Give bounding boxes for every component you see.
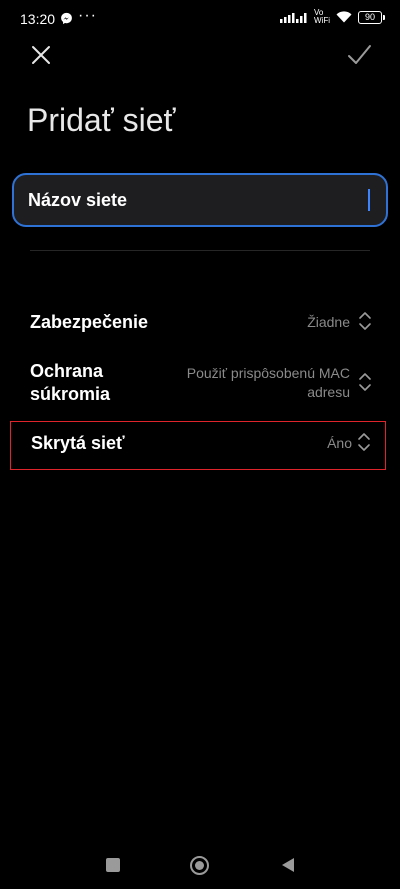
navigation-bar <box>0 845 400 885</box>
battery-icon: 90 <box>358 10 385 24</box>
close-button[interactable] <box>26 40 56 70</box>
hidden-network-value: Áno <box>327 435 352 451</box>
chevron-up-down-icon <box>359 373 371 391</box>
confirm-button[interactable] <box>344 40 374 70</box>
security-label: Zabezpečenie <box>30 312 149 332</box>
security-value: Žiadne <box>307 314 350 330</box>
privacy-setting-row[interactable]: Ochrana súkromia Použiť prispôsobenú MAC… <box>20 358 382 408</box>
status-bar: 13:20 ··· Vo WiFi 90 <box>0 0 400 40</box>
page-title: Pridať sieť <box>27 102 176 138</box>
privacy-value: Použiť prispôsobenú MAC adresu <box>170 364 350 402</box>
privacy-label-line2: súkromia <box>30 384 111 404</box>
close-icon <box>32 46 50 64</box>
status-icons: Vo WiFi 90 <box>280 9 385 25</box>
security-setting-row[interactable]: Zabezpečenie Žiadne <box>20 305 382 339</box>
chevron-up-down-icon <box>359 312 371 330</box>
network-name-input[interactable] <box>28 175 358 225</box>
back-icon[interactable] <box>281 857 295 873</box>
hidden-network-label: Skrytá sieť <box>31 433 125 453</box>
messenger-icon <box>61 12 72 25</box>
recents-icon[interactable] <box>106 858 120 872</box>
battery-level: 90 <box>364 11 375 22</box>
chevron-up-down-icon <box>358 433 370 451</box>
network-name-field[interactable] <box>12 173 388 227</box>
battery-tip <box>383 14 385 20</box>
status-time: 13:20 <box>20 11 56 27</box>
signal-icon <box>280 13 307 23</box>
volte-wifi-icon: Vo WiFi <box>314 9 330 25</box>
divider <box>30 250 370 251</box>
hidden-network-setting-row[interactable]: Skrytá sieť Áno <box>10 421 386 470</box>
privacy-label: Ochrana súkromia <box>30 360 180 406</box>
privacy-label-line1: Ochrana <box>30 361 104 381</box>
home-icon[interactable] <box>190 856 209 875</box>
privacy-value-line2: adresu <box>307 384 350 400</box>
more-dots-icon: ··· <box>78 7 97 24</box>
check-icon <box>348 45 371 64</box>
text-cursor <box>368 189 370 211</box>
privacy-value-line1: Použiť prispôsobenú MAC <box>186 365 350 381</box>
wifi-icon <box>336 11 352 23</box>
wifi-calling-label: WiFi <box>314 16 330 25</box>
